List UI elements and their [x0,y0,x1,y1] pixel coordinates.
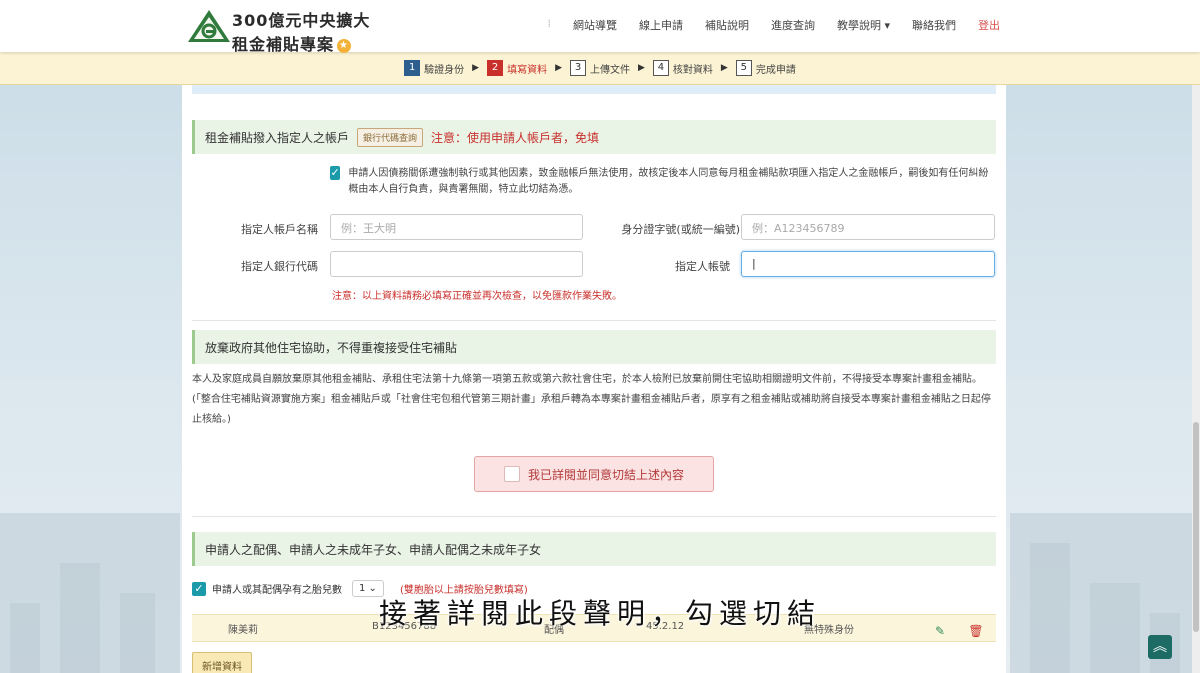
waiver-statement: 本人及家庭成員自願放棄原其他租金補貼、承租住宅法第十九條第一項第五款或第六款社會… [192,374,991,425]
logo-title-line2: 租金補貼專案 [232,35,335,54]
step-verify-data: 4 核對資料 [652,60,713,76]
nav-contact[interactable]: 聯絡我們 [912,17,956,33]
waiver-section-title: 放棄政府其他住宅協助，不得重複接受住宅補貼 [205,340,458,355]
site-logo[interactable]: 300億元中央擴大 租金補貼專案 ★ [232,7,370,55]
add-member-button[interactable]: 新增資料 [192,652,252,673]
designee-section-title: 租金補貼撥入指定人之帳戶 [205,130,350,145]
designee-consent-row: ✓ 申請人因債務關係遭強制執行或其他因素，致金融帳戶無法使用，故核定後本人同意每… [330,166,990,198]
designee-bank-code-input[interactable] [330,251,583,277]
page-scrollbar[interactable] [1192,52,1200,673]
step-arrow-icon: ▶ [472,63,480,73]
designee-section-header: 租金補貼撥入指定人之帳戶 銀行代碼查詢 注意：使用申請人帳戶者，免填 [192,120,996,154]
step-arrow-icon: ▶ [720,63,728,73]
scroll-to-top-icon[interactable]: ︽ [1148,635,1172,659]
step-upload-docs: 3 上傳文件 [570,60,630,76]
step-arrow-icon: ▶ [555,63,562,73]
designee-warning: 注意：使用申請人帳戶者，免填 [431,130,600,145]
nav-online-apply[interactable]: 線上申請 [639,17,683,33]
nav-subsidy-info[interactable]: 補貼說明 [705,17,749,33]
step-fill-data: 2 填寫資料 [487,60,547,76]
checkbox-icon [503,466,520,482]
designee-name-label: 指定人帳戶名稱 [241,223,318,236]
menu-separator-icon: ⁞ [547,17,551,30]
bank-code-lookup-button[interactable]: 銀行代碼查詢 [357,127,424,147]
waiver-agree-label: 我已詳閱並同意切結上述內容 [527,467,684,482]
nav-tutorial-dropdown[interactable]: 教學說明 ▾ [837,17,890,33]
designee-consent-checkbox[interactable]: ✓ [330,166,341,180]
designee-bank-code-label: 指定人銀行代碼 [241,260,318,273]
nav-site-map[interactable]: 網站導覽 [573,17,617,33]
step-verify-identity: 1 驗證身份 [404,60,464,76]
video-subtitle: 接著詳閱此段聲明，勾選切結 [378,597,821,630]
step-complete: 5 完成申請 [735,60,796,76]
designee-consent-text: 申請人因債務關係遭強制執行或其他因素，致金融帳戶無法使用，故核定後本人同意每月租… [348,168,989,195]
star-badge-icon: ★ [337,38,352,53]
family-section-header: 申請人之配偶、申請人之未成年子女、申請人配偶之未成年子女 [192,532,996,566]
logo-icon[interactable] [186,8,232,44]
designee-data-note: 注意：以上資料請務必填寫正確並再次檢查，以免匯款作業失敗。 [332,291,622,302]
site-header: 300億元中央擴大 租金補貼專案 ★ ⁞ 網站導覽 線上申請 補貼說明 進度查詢 … [0,0,1200,55]
progress-steps: 1 驗證身份 ▶ 2 填寫資料 ▶ 3 上傳文件 ▶ 4 核對資料 ▶ 5 完成申請 [0,52,1200,85]
main-nav: ⁞ 網站導覽 線上申請 補貼說明 進度查詢 教學說明 ▾ 聯絡我們 登出 [547,17,1000,33]
designee-account-label: 指定人帳號 [675,260,730,273]
section-divider [192,516,996,517]
section-divider [192,320,996,321]
nav-progress-query[interactable]: 進度查詢 [771,17,815,33]
designee-id-input[interactable]: 例：A123456789 [741,214,995,240]
previous-section-tail [192,84,996,94]
step-arrow-icon: ▶ [638,63,645,73]
family-section-title: 申請人之配偶、申請人之未成年子女、申請人配偶之未成年子女 [205,542,542,557]
waiver-agree-checkbox[interactable]: 我已詳閱並同意切結上述內容 [474,456,714,492]
logo-title-line1: 300億元中央擴大 [232,11,371,30]
application-form: 租金補貼撥入指定人之帳戶 銀行代碼查詢 注意：使用申請人帳戶者，免填 ✓ 申請人… [182,84,1006,673]
waiver-section-header: 放棄政府其他住宅協助，不得重複接受住宅補貼 [192,330,996,364]
designee-id-label: 身分證字號(或統一編號) [621,223,740,236]
nav-logout[interactable]: 登出 [978,17,1000,33]
designee-name-input[interactable]: 例：王大明 [330,214,583,240]
designee-account-input[interactable]: | [741,251,995,277]
